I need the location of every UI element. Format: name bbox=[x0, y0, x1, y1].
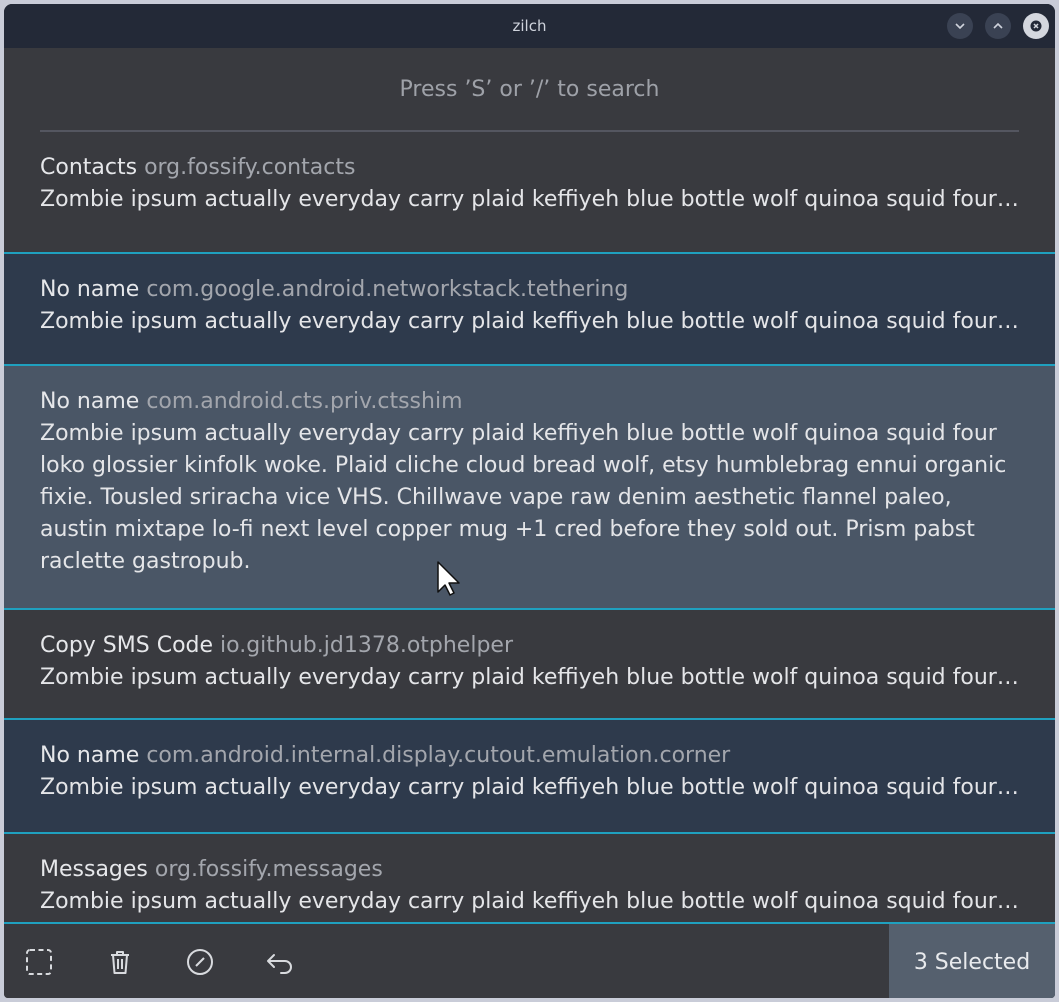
select-all-icon bbox=[26, 949, 52, 975]
title-bar: zilch bbox=[4, 4, 1055, 48]
mouse-cursor-icon bbox=[437, 561, 460, 596]
package-name: com.android.cts.priv.ctsshim bbox=[146, 389, 463, 414]
package-name: io.github.jd1378.otphelper bbox=[220, 633, 514, 658]
disable-icon bbox=[187, 949, 213, 975]
search-input[interactable] bbox=[40, 75, 1019, 103]
list-item[interactable]: Contacts org.fossify.contacts Zombie ips… bbox=[4, 132, 1055, 252]
app-name: No name bbox=[40, 389, 140, 414]
app-description: Zombie ipsum actually everyday carry pla… bbox=[40, 889, 1019, 914]
selected-count-button[interactable]: 3 Selected bbox=[889, 924, 1055, 998]
window-controls bbox=[947, 13, 1049, 39]
list-item[interactable]: Messages org.fossify.messages Zombie ips… bbox=[4, 832, 1055, 926]
maximize-button[interactable] bbox=[985, 13, 1011, 39]
app-name: Messages bbox=[40, 857, 148, 882]
package-name: com.google.android.networkstack.tetherin… bbox=[146, 277, 629, 302]
app-description: Zombie ipsum actually everyday carry pla… bbox=[40, 309, 1019, 334]
app-description: Zombie ipsum actually everyday carry pla… bbox=[40, 421, 1007, 574]
delete-button[interactable] bbox=[102, 944, 138, 980]
app-list: Contacts org.fossify.contacts Zombie ips… bbox=[4, 132, 1055, 926]
chevron-down-icon bbox=[955, 23, 965, 30]
package-name: org.fossify.contacts bbox=[144, 155, 356, 180]
search-bar bbox=[40, 48, 1019, 132]
chevron-up-icon bbox=[993, 22, 1003, 29]
select-all-button[interactable] bbox=[21, 944, 57, 980]
list-item[interactable]: Copy SMS Code io.github.jd1378.otphelper… bbox=[4, 608, 1055, 718]
undo-button[interactable] bbox=[262, 944, 298, 980]
app-window: zilch Contacts org.fossify.contacts Zomb… bbox=[4, 4, 1055, 998]
package-name: org.fossify.messages bbox=[154, 857, 383, 882]
app-name: Contacts bbox=[40, 155, 138, 180]
package-name: com.android.internal.display.cutout.emul… bbox=[146, 743, 731, 768]
close-icon bbox=[1030, 20, 1042, 32]
app-description: Zombie ipsum actually everyday carry pla… bbox=[40, 187, 1019, 212]
list-item-expanded[interactable]: No name com.android.cts.priv.ctsshim Zom… bbox=[4, 364, 1055, 608]
close-button[interactable] bbox=[1023, 13, 1049, 39]
action-bar: 3 Selected bbox=[4, 922, 1055, 998]
undo-icon bbox=[267, 954, 292, 974]
trash-icon bbox=[111, 951, 129, 974]
list-item-selected[interactable]: No name com.android.internal.display.cut… bbox=[4, 718, 1055, 832]
list-item-selected[interactable]: No name com.google.android.networkstack.… bbox=[4, 252, 1055, 364]
app-name: No name bbox=[40, 743, 140, 768]
app-name: No name bbox=[40, 277, 140, 302]
disable-button[interactable] bbox=[182, 944, 218, 980]
window-title: zilch bbox=[512, 17, 547, 35]
app-name: Copy SMS Code bbox=[40, 633, 214, 658]
minimize-button[interactable] bbox=[947, 13, 973, 39]
app-description: Zombie ipsum actually everyday carry pla… bbox=[40, 775, 1019, 800]
app-description: Zombie ipsum actually everyday carry pla… bbox=[40, 665, 1019, 690]
